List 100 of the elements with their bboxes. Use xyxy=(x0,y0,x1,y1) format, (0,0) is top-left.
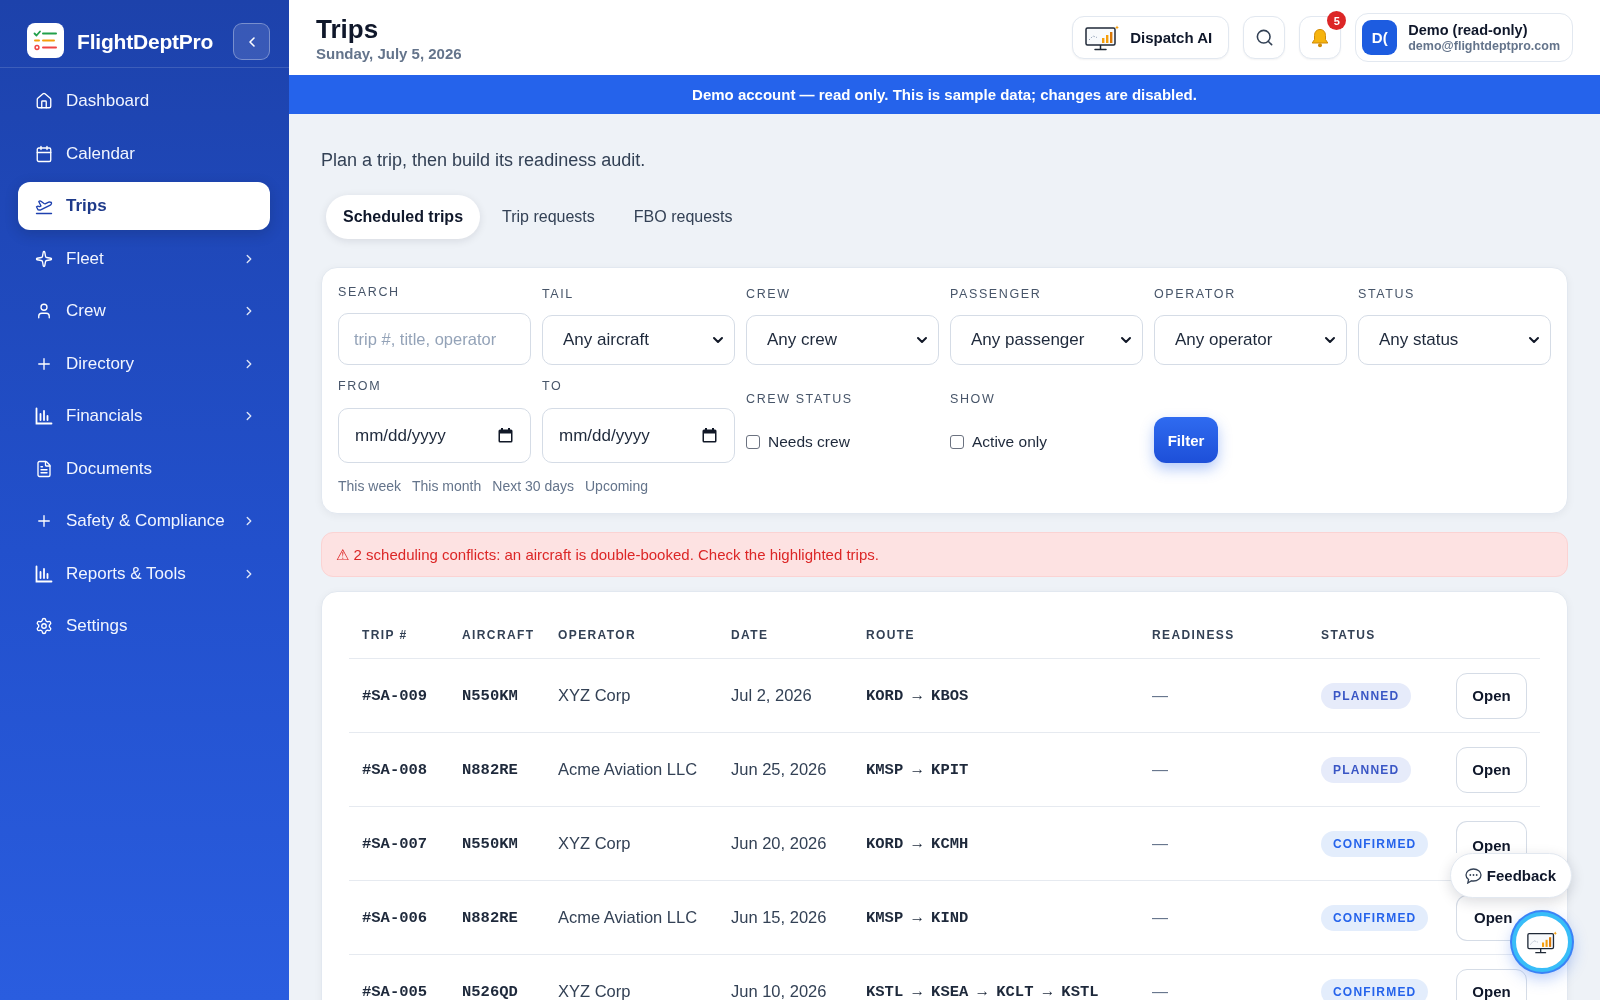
nav-item[interactable]: Documents xyxy=(18,444,270,493)
quick-range-link[interactable]: Next 30 days xyxy=(492,477,574,495)
nav-item[interactable]: Dashboard xyxy=(18,77,270,125)
page-intro: Plan a trip, then build its readiness audit. xyxy=(321,149,646,172)
floating-assistant-button[interactable] xyxy=(1512,912,1572,972)
document-icon xyxy=(35,459,53,478)
status-badge: CONFIRMED xyxy=(1321,904,1429,931)
nav-item[interactable]: Crew xyxy=(18,287,270,335)
trip-date: Jul 2, 2026 xyxy=(731,687,812,704)
calendar-icon xyxy=(702,428,717,443)
user-menu[interactable]: D( Demo (read-only) demo@flightdeptpro.com xyxy=(1355,13,1573,62)
user-avatar: D( xyxy=(1362,20,1398,55)
date-field[interactable]: mm/dd/yyyy xyxy=(338,408,531,463)
status-badge: PLANNED xyxy=(1321,682,1412,709)
open-button[interactable]: Open xyxy=(1456,894,1511,941)
nav-item[interactable]: Settings xyxy=(18,602,270,650)
readiness-value: — xyxy=(1152,835,1168,852)
aircraft-tail: N550KM xyxy=(462,835,518,852)
status-badge: CONFIRMED xyxy=(1321,978,1429,1000)
checkbox[interactable] xyxy=(950,435,964,449)
column-header: OPERATOR xyxy=(558,628,637,642)
date-field[interactable]: mm/dd/yyyy xyxy=(542,408,735,463)
select-field[interactable]: Any operator xyxy=(1154,315,1347,365)
search-button[interactable] xyxy=(1243,16,1286,59)
column-header: DATE xyxy=(731,628,769,642)
nav-label: Fleet xyxy=(66,248,104,269)
nav-item[interactable]: Trips xyxy=(18,182,270,230)
quick-range-link[interactable]: This week xyxy=(338,477,402,495)
plane-icon xyxy=(35,197,53,215)
trip-number: #SA-008 xyxy=(362,761,428,778)
open-button[interactable]: Open xyxy=(1456,672,1527,719)
nav-item[interactable]: Calendar xyxy=(18,129,270,178)
field-label: STATUS xyxy=(1358,287,1416,301)
aircraft-tail: N882RE xyxy=(462,909,518,926)
aircraft-tail: N526QD xyxy=(462,983,518,1000)
checkbox-label[interactable]: Active only xyxy=(972,433,1047,451)
plus-icon xyxy=(35,512,53,530)
status-badge: PLANNED xyxy=(1321,756,1412,783)
trip-date: Jun 25, 2026 xyxy=(731,761,827,778)
user-name: Demo (read-only) xyxy=(1408,21,1528,39)
nav-label: Documents xyxy=(66,458,152,479)
field-label: CREW STATUS xyxy=(746,392,853,406)
nav-item[interactable]: Directory xyxy=(18,339,270,388)
person-icon xyxy=(35,302,53,320)
nav-label: Crew xyxy=(66,301,106,321)
tab[interactable]: Trip requests xyxy=(485,195,612,239)
route-text: KMSP → KPIT xyxy=(866,761,969,778)
quick-range-link[interactable]: This month xyxy=(412,477,482,495)
tab[interactable]: FBO requests xyxy=(616,195,750,239)
trip-number: #SA-005 xyxy=(362,983,428,1000)
bell-icon xyxy=(1311,27,1330,48)
select-field[interactable]: Any status xyxy=(1358,315,1551,365)
trip-number: #SA-006 xyxy=(362,909,428,926)
nav-item[interactable]: Reports & Tools xyxy=(18,549,270,598)
select-field[interactable]: Any crew xyxy=(746,315,939,365)
aircraft-tail: N882RE xyxy=(462,761,518,778)
bar-chart-icon xyxy=(35,564,53,583)
select-field[interactable]: Any passenger xyxy=(950,315,1143,365)
calendar-icon xyxy=(35,144,53,163)
quick-range-link[interactable]: Upcoming xyxy=(585,477,649,495)
field-label: SEARCH xyxy=(338,285,400,299)
column-header: AIRCRAFT xyxy=(462,628,535,642)
notification-count: 5 xyxy=(1327,11,1347,30)
column-header: ROUTE xyxy=(866,628,915,642)
open-button[interactable]: Open xyxy=(1456,821,1527,853)
nav-label: Safety & Compliance xyxy=(66,511,225,531)
open-button[interactable]: Open xyxy=(1456,746,1527,793)
page-title: Trips xyxy=(316,13,379,44)
tab[interactable]: Scheduled trips xyxy=(326,195,481,239)
checkbox[interactable] xyxy=(746,435,760,449)
collapse-button[interactable] xyxy=(233,23,270,60)
filter-button[interactable]: Filter xyxy=(1154,417,1218,463)
open-button[interactable]: Open xyxy=(1456,968,1527,1000)
operator-name: Acme Aviation LLC xyxy=(558,761,698,778)
select-field[interactable]: Any aircraft xyxy=(542,315,735,365)
nav-label: Dashboard xyxy=(66,91,150,111)
readiness-value: — xyxy=(1152,909,1168,926)
nav-item[interactable]: Fleet xyxy=(18,234,270,283)
alert-text: ⚠ 2 scheduling conflicts: an aircraft is double-booked. Check the highlighted trips. xyxy=(336,545,879,564)
route-text: KORD → KBOS xyxy=(866,687,969,704)
readiness-value: — xyxy=(1152,761,1168,778)
readiness-value: — xyxy=(1152,687,1168,704)
route-text: KSTL → KSEA → KCLT → KSTL xyxy=(866,983,1099,1000)
operator-name: XYZ Corp xyxy=(558,983,631,1000)
trip-date: Jun 15, 2026 xyxy=(731,909,827,926)
nav-item[interactable]: Safety & Compliance xyxy=(18,497,270,545)
nav-label: Trips xyxy=(66,196,107,216)
monitor-chart-icon xyxy=(1085,24,1120,51)
banner-text: Demo account — read only. This is sample data; changes are disabled. xyxy=(692,86,1197,103)
nav-item[interactable]: Financials xyxy=(18,392,270,440)
page-date: Sunday, July 5, 2026 xyxy=(316,44,462,62)
bar-chart-icon xyxy=(35,407,53,425)
trip-date: Jun 10, 2026 xyxy=(731,983,827,1000)
sparkle-icon xyxy=(35,249,53,268)
search-field[interactable]: trip #, title, operator xyxy=(338,313,531,365)
feedback-button[interactable]: Feedback xyxy=(1449,853,1572,898)
dispatch-ai-button[interactable]: Dispatch AI xyxy=(1072,16,1230,59)
house-icon xyxy=(35,92,53,110)
checkbox-label[interactable]: Needs crew xyxy=(768,433,850,451)
nav-label: Settings xyxy=(66,616,128,636)
